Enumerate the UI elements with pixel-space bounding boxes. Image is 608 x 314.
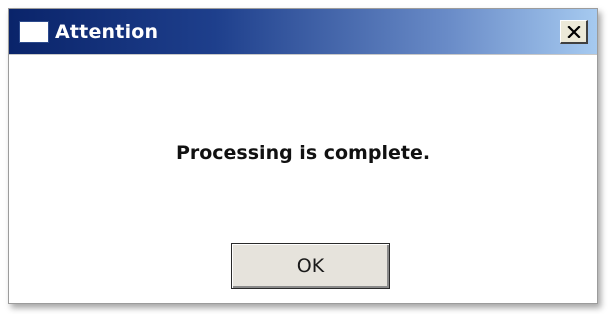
close-button[interactable] [560,20,588,44]
ok-button[interactable]: OK [231,243,390,289]
attention-dialog: Attention Processing is complete. OK [8,8,598,304]
window-icon [20,22,48,42]
close-icon [566,25,581,38]
status-message: Processing is complete. [175,142,431,164]
dialog-title: Attention [55,21,159,43]
title-bar[interactable]: Attention [9,9,597,55]
